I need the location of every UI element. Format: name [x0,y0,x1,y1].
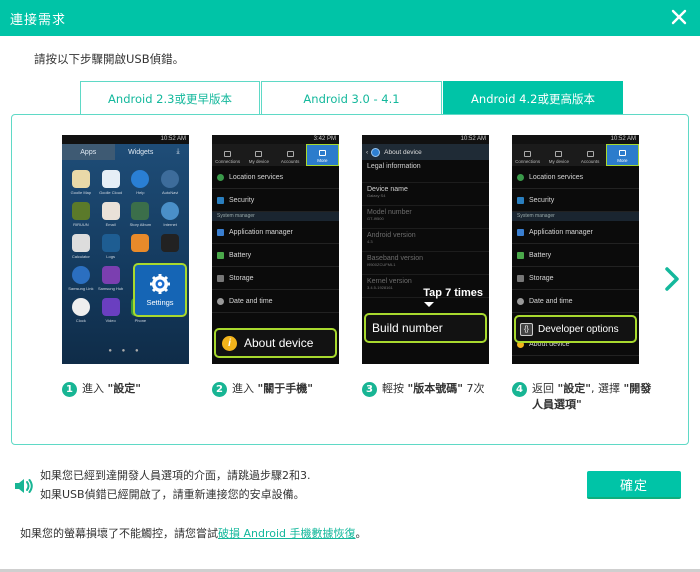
developer-options-highlight: {} Developer options [514,315,637,343]
app-icon [155,234,185,259]
down-arrow-icon [424,302,434,307]
app-icon: Samsung Hub [96,266,126,291]
close-icon[interactable] [668,6,690,28]
step-4: 4 返回 "設定", 選擇 "開發人員選項" [512,381,662,413]
broken-android-recovery-link[interactable]: 破損 Android 手機數據恢復 [218,527,356,540]
tap-7-times-label: Tap 7 times [423,287,483,299]
window-title: 連接需求 [10,13,67,28]
developer-options-icon: {} [520,322,533,336]
apps-tab: Apps [62,144,115,160]
step1-screenshot: 10:52 AM Apps Widgets ⤓ Goolle Map Gooll… [62,135,189,364]
android-version-tabs: Android 2.3或更早版本 Android 3.0 - 4.1 Andro… [80,81,623,115]
status-bar: 10:52 AM [512,135,639,144]
tab-android-3-0-4-1[interactable]: Android 3.0 - 4.1 [261,81,442,115]
step-2: 2 進入 "關于手機" [212,381,313,397]
app-icon: Help [126,170,156,195]
tab-android-4-2[interactable]: Android 4.2或更高版本 [443,81,623,115]
step-1: 1 進入 "設定" [62,381,141,397]
ok-button[interactable]: 確定 [587,471,681,499]
back-icon: ‹ [366,148,369,156]
step-number-badge: 2 [212,382,227,397]
app-icon: Internet [155,202,185,227]
step-3: 3 輕按 "版本號碼" 7次 [362,381,484,397]
note-line-2: 如果USB偵錯已經開啟了，請重新連接您的安卓設備。 [40,488,305,501]
app-icon [126,234,156,259]
step-number-badge: 3 [362,382,377,397]
step-number-badge: 4 [512,382,527,397]
app-icon: Goolle Cloud [96,170,126,195]
settings-highlight: Settings [133,263,187,317]
app-icon: RIRUUN [66,202,96,227]
app-icon: Calculator [66,234,96,259]
build-number-highlight: Build number [364,313,487,343]
settings-list: Location services Security System manage… [212,166,339,313]
settings-tabs: Connections My device Accounts More [512,144,639,166]
app-icon: Samsung Link [66,266,96,291]
widgets-tab: Widgets [128,148,154,156]
settings-tabs: Connections My device Accounts More [212,144,339,166]
step3-screenshot: 10:52 AM ‹ About device Legal information… [362,135,489,364]
status-bar: 3:42 PM [212,135,339,144]
page-dots: ● ● ● [108,348,143,354]
notes-text: 如果您已經到達開發人員選項的介面，請跳過步驟2和3. 如果USB偵錯已經開啟了，… [40,466,311,504]
app-icon: Clock [66,298,96,323]
app-icon: Email [96,202,126,227]
title-bar: 連接需求 [0,0,700,36]
app-icon: Video [96,298,126,323]
app-icon: Story Album [126,202,156,227]
gear-icon [371,147,381,157]
step-number-badge: 1 [62,382,77,397]
status-bar: 10:52 AM [62,135,189,144]
tab-android-2-3[interactable]: Android 2.3或更早版本 [80,81,260,115]
status-bar: 10:52 AM [362,135,489,144]
instruction-text: 請按以下步驟開啟USB偵錯。 [34,52,185,66]
app-icon: Goolle Map [66,170,96,195]
step4-screenshot: 10:52 AM Connections My device Accounts … [512,135,639,364]
note-line-1: 如果您已經到達開發人員選項的介面，請跳過步驟2和3. [40,469,311,482]
speaker-icon [15,479,33,493]
info-icon: i [222,335,237,351]
about-device-highlight: i About device [214,328,337,358]
app-icon: AutoNavi [155,170,185,195]
next-arrow-icon[interactable] [662,265,682,293]
app-icon: Logs [96,234,126,259]
about-device-header: ‹ About device [362,144,489,160]
step2-screenshot: 3:42 PM Connections My device Accounts M… [212,135,339,364]
app-drawer-tabs: Apps Widgets ⤓ [62,144,189,160]
settings-gear-icon [150,274,170,294]
broken-screen-hint: 如果您的螢幕損壞了不能觸控，請您嘗試破損 Android 手機數據恢復。 [20,527,367,540]
download-icon: ⤓ [176,148,180,155]
